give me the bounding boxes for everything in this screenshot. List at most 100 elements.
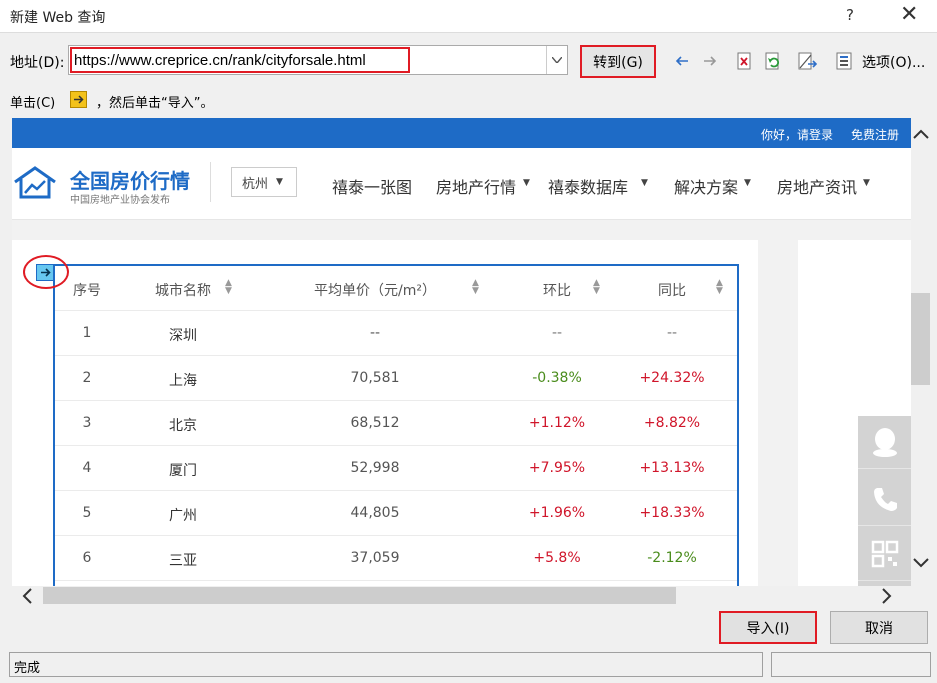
header-index: 序号	[73, 283, 101, 299]
options-button[interactable]: 选项(O)...	[862, 52, 925, 72]
site-top-strip: 你好，请登录 免费注册	[12, 118, 911, 148]
table-row: 3 北京 68,512 +1.12% +8.82%	[55, 401, 737, 446]
scroll-right-icon[interactable]	[882, 588, 892, 608]
row-index: 2	[82, 370, 92, 386]
nav-item-market[interactable]: 房地产行情	[436, 174, 516, 198]
row-mom: --	[551, 325, 563, 341]
scroll-up-icon[interactable]	[913, 128, 929, 143]
register-link[interactable]: 免费注册	[851, 126, 899, 143]
row-city[interactable]: 广州	[135, 505, 231, 525]
table-row: 1 深圳 -- -- --	[55, 311, 737, 356]
options-icon[interactable]	[834, 50, 856, 72]
address-field[interactable]	[68, 45, 568, 75]
row-price: 52,998	[350, 460, 400, 476]
row-price: 68,512	[350, 415, 400, 431]
row-price: 44,805	[350, 505, 400, 521]
row-index: 6	[82, 550, 92, 566]
row-yoy: +13.13%	[639, 460, 705, 476]
caret-down-icon: ▼	[523, 178, 530, 188]
divider	[210, 162, 211, 202]
house-logo-icon	[12, 164, 58, 204]
hint-suffix: ，然后单击“导入”。	[96, 96, 214, 111]
address-dropdown[interactable]	[546, 46, 567, 74]
table-row: 2 上海 70,581 -0.38% +24.32%	[55, 356, 737, 401]
table-select-arrow-icon[interactable]	[36, 264, 54, 281]
address-label: 地址(D):	[10, 55, 65, 71]
vertical-scroll-thumb[interactable]	[911, 293, 930, 385]
row-yoy: +18.33%	[639, 505, 705, 521]
hint-prefix: 单击(C)	[10, 96, 56, 111]
row-city[interactable]: 北京	[135, 415, 231, 435]
row-price: --	[369, 325, 381, 341]
chevron-down-icon	[552, 57, 562, 63]
nav-item-map[interactable]: 禧泰一张图	[332, 174, 412, 198]
sort-icon[interactable]: ▲ ▼	[472, 279, 479, 296]
table-row: 5 广州 44,805 +1.96% +18.33%	[55, 491, 737, 536]
sort-icon[interactable]: ▲ ▼	[716, 279, 723, 296]
row-index: 1	[82, 325, 92, 341]
forward-icon[interactable]	[699, 50, 721, 72]
row-city[interactable]: 厦门	[135, 460, 231, 480]
header-price[interactable]: 平均单价（元/m²）	[290, 280, 460, 300]
row-price: 70,581	[350, 370, 400, 386]
row-city[interactable]: 深圳	[135, 325, 231, 345]
close-button[interactable]: ✕	[900, 2, 918, 27]
row-yoy: +8.82%	[643, 415, 701, 431]
row-mom: +1.96%	[528, 505, 586, 521]
row-index: 3	[82, 415, 92, 431]
content-gutter	[758, 220, 798, 586]
nav-item-database[interactable]: 禧泰数据库	[548, 174, 628, 198]
row-city[interactable]: 三亚	[135, 550, 231, 570]
table-row: 4 厦门 52,998 +7.95% +13.13%	[55, 446, 737, 491]
table-header-row: 序号 城市名称 ▲ ▼ 平均单价（元/m²） ▲ ▼ 环比 ▲ ▼ 同比 ▲ ▼	[55, 266, 737, 311]
row-mom: -0.38%	[532, 370, 582, 386]
row-index: 4	[82, 460, 92, 476]
row-yoy: -2.12%	[647, 550, 697, 566]
back-icon[interactable]	[671, 50, 693, 72]
caret-down-icon: ▼	[276, 177, 283, 187]
table-arrow-icon	[70, 91, 87, 108]
web-preview: 你好，请登录 免费注册 全国房价行情 中国房地产业协会发布 杭州 ▼ 禧泰一张图…	[12, 118, 911, 586]
go-button[interactable]: 转到(G)	[580, 45, 656, 78]
qq-icon[interactable]	[858, 416, 911, 469]
address-input[interactable]	[74, 50, 544, 70]
caret-down-icon: ▼	[744, 178, 751, 188]
price-table[interactable]: 序号 城市名称 ▲ ▼ 平均单价（元/m²） ▲ ▼ 环比 ▲ ▼ 同比 ▲ ▼ 1 深…	[53, 264, 739, 586]
qrcode-icon[interactable]	[858, 528, 911, 581]
horizontal-scroll-thumb[interactable]	[43, 587, 676, 604]
login-link[interactable]: 你好，请登录	[761, 126, 833, 143]
status-text: 完成	[9, 652, 763, 677]
scroll-left-icon[interactable]	[22, 588, 32, 608]
window-title: 新建 Web 查询	[10, 10, 106, 26]
row-mom: +7.95%	[528, 460, 586, 476]
side-toolbar	[858, 416, 911, 586]
phone-icon[interactable]	[858, 473, 911, 526]
site-logo-name[interactable]: 全国房价行情	[70, 165, 190, 194]
row-yoy: --	[666, 325, 678, 341]
import-button[interactable]: 导入(I)	[719, 611, 817, 644]
sort-icon[interactable]: ▲ ▼	[593, 279, 600, 296]
cancel-button[interactable]: 取消	[830, 611, 928, 644]
header-city[interactable]: 城市名称	[135, 280, 231, 300]
nav-item-solutions[interactable]: 解决方案	[674, 174, 738, 198]
caret-down-icon: ▼	[863, 178, 870, 188]
header-yoy[interactable]: 同比	[630, 280, 714, 300]
row-yoy: +24.32%	[639, 370, 705, 386]
refresh-icon[interactable]	[763, 50, 785, 72]
save-query-icon[interactable]	[797, 50, 819, 72]
city-select-value: 杭州	[242, 176, 269, 192]
nav-item-news[interactable]: 房地产资讯	[777, 174, 857, 198]
caret-down-icon: ▼	[641, 178, 648, 188]
site-header: 全国房价行情 中国房地产业协会发布 杭州 ▼ 禧泰一张图 房地产行情 ▼ 禧泰数…	[12, 148, 911, 220]
scroll-down-icon[interactable]	[913, 557, 929, 572]
city-select[interactable]: 杭州 ▼	[231, 167, 297, 197]
stop-icon[interactable]	[734, 50, 756, 72]
sort-icon[interactable]: ▲ ▼	[225, 279, 232, 296]
row-index: 5	[82, 505, 92, 521]
header-mom[interactable]: 环比	[515, 280, 599, 300]
status-panel	[771, 652, 931, 677]
row-city[interactable]: 上海	[135, 370, 231, 390]
table-row: 6 三亚 37,059 +5.8% -2.12%	[55, 536, 737, 581]
site-logo-subtitle: 中国房地产业协会发布	[70, 195, 170, 206]
help-button[interactable]: ?	[846, 6, 854, 24]
